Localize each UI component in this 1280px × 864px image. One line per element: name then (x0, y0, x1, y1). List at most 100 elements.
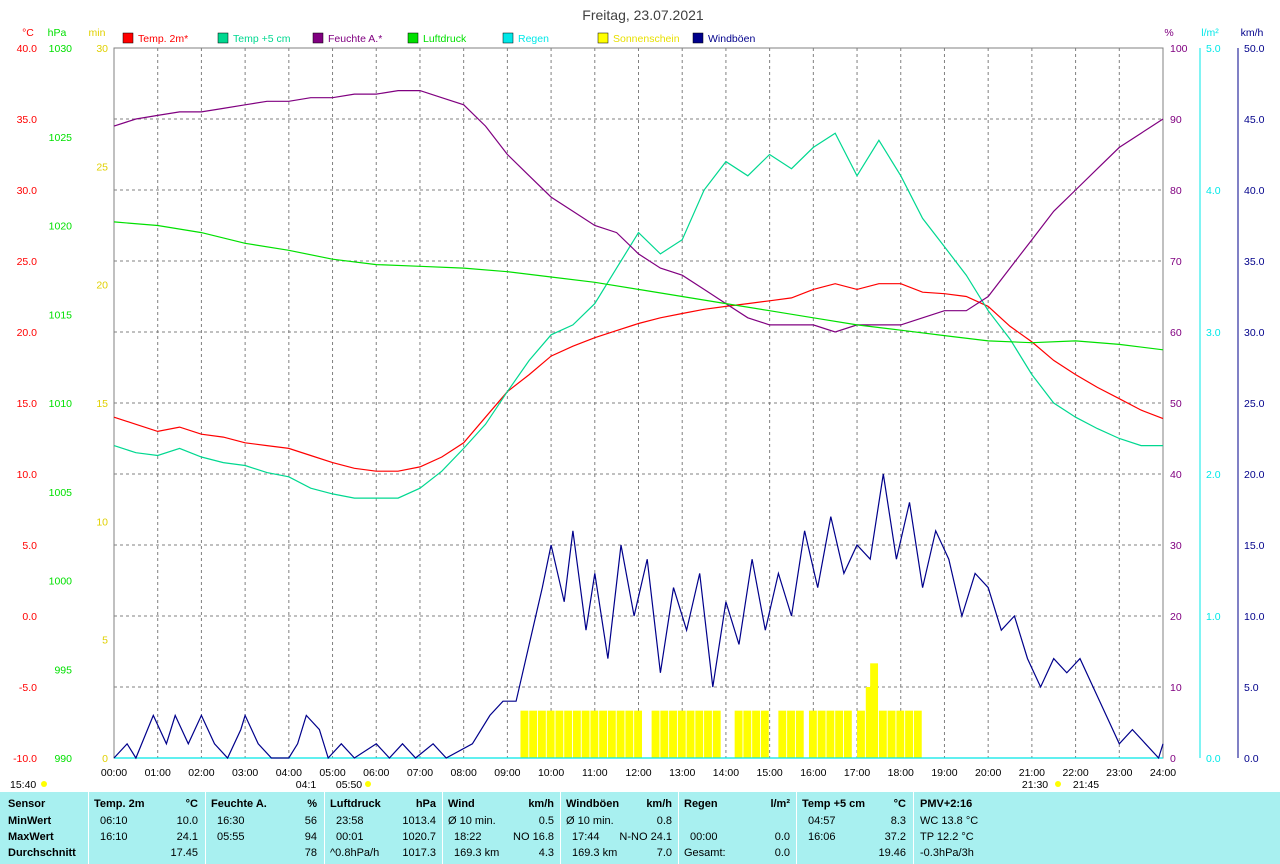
luftdruck-min: 1013.4 (402, 815, 436, 827)
legend-label: Windböen (708, 33, 755, 45)
sun-bar (752, 710, 761, 758)
humidity-tick-label: 60 (1170, 327, 1182, 339)
sun-bar (857, 710, 865, 758)
temp2m-max: 24.1 (176, 831, 198, 843)
windboeen-r1a: Ø 10 min. (566, 815, 614, 827)
sensor-label: Sensor (8, 798, 46, 810)
legend-label: Luftdruck (423, 33, 467, 45)
luftdruck-avg: 1017.3 (402, 847, 436, 859)
pressure-tick-label: 1025 (49, 132, 73, 144)
sun-bar (787, 710, 795, 758)
legend-swatch (502, 32, 514, 44)
stats-wind: Wind km/h Ø 10 min. 0.5 18:22 NO 16.8 169.3… (448, 792, 558, 864)
x-tick-label: 18:00 (888, 767, 914, 779)
sun-bar (669, 710, 677, 758)
max-label: MaxWert (8, 831, 54, 843)
sun-bar (625, 710, 634, 758)
weather-chart: Freitag, 23.07.2021 40.0 35.0 30.0 25.0 20.0… (10, 7, 1265, 791)
x-tick-label: 14:00 (713, 767, 739, 779)
temp5cm-avg: 19.46 (878, 847, 906, 859)
windboeen-unit: km/h (646, 798, 672, 810)
legend-swatch (407, 32, 419, 44)
pressure-tick-label: 995 (54, 664, 72, 676)
sunset-sun-icon (1055, 781, 1061, 787)
sun-tick-label: 20 (96, 280, 108, 292)
x-tick-label: 21:00 (1019, 767, 1045, 779)
stats-temp2m: Temp. 2m °C 06:10 10.0 16:10 24.1 17.45 (94, 792, 202, 864)
x-tick-label: 13:00 (669, 767, 695, 779)
regen-unit: l/m² (770, 798, 790, 810)
sun-bar (778, 710, 787, 758)
temp-tick-label: 15.0 (17, 398, 38, 410)
stats-sensor-column: Sensor MinWert MaxWert Durchschnitt (8, 792, 88, 864)
sun-bar (651, 710, 660, 758)
x-tick-label: 20:00 (975, 767, 1001, 779)
wind-tick-label: 25.0 (1244, 398, 1265, 410)
temp2m-title: Temp. 2m (94, 798, 145, 810)
sun-bar (870, 663, 879, 758)
wind-tick-label: 0.0 (1244, 753, 1259, 765)
wind-r2dir: NO 16.8 (513, 831, 554, 843)
humidity-tick-label: 70 (1170, 256, 1182, 268)
feuchte-avg: 78 (304, 847, 317, 859)
windboeen-r1b: 0.8 (656, 815, 672, 827)
sun-bar (660, 710, 669, 758)
x-tick-label: 00:00 (101, 767, 127, 779)
legend-swatch (692, 32, 704, 44)
wind-tick-label: 50.0 (1244, 43, 1265, 55)
wind-tick-label: 5.0 (1244, 682, 1259, 694)
humidity-axis-unit: % (1164, 27, 1173, 39)
humidity-tick-label: 80 (1170, 185, 1182, 197)
x-tick-label: 16:00 (800, 767, 826, 779)
sun-bar (572, 710, 581, 758)
x-tick-label: 17:00 (844, 767, 870, 779)
legend-swatch (217, 32, 229, 44)
x-tick-label: 04:00 (276, 767, 302, 779)
sun-bar (734, 710, 743, 758)
pmv-title: PMV+2:16 (920, 798, 973, 810)
avg-label: Durchschnitt (8, 847, 76, 859)
luftdruck-unit: hPa (415, 798, 436, 810)
feuchte-unit: % (307, 798, 317, 810)
wind-r3b: 4.3 (538, 847, 554, 859)
sun-tick-label: 0 (102, 753, 108, 765)
wind-r1a: Ø 10 min. (448, 815, 496, 827)
sun-bar (616, 710, 625, 758)
sun-bar (599, 710, 608, 758)
temp-axis-unit: °C (22, 27, 34, 39)
sunrise-sun-icon (365, 781, 371, 787)
regen-title: Regen (684, 798, 718, 810)
humidity-tick-label: 100 (1170, 43, 1188, 55)
rain-tick-label: 2.0 (1206, 469, 1221, 481)
x-tick-label: 24:00 (1150, 767, 1176, 779)
temp-tick-label: 0.0 (22, 611, 37, 623)
wind-tick-label: 20.0 (1244, 469, 1265, 481)
legend-swatch (312, 32, 324, 44)
pressure-tick-label: 1005 (49, 487, 73, 499)
x-tick-label: 02:00 (188, 767, 214, 779)
humidity-tick-label: 0 (1170, 753, 1176, 765)
sun-tick-label: 5 (102, 635, 108, 647)
luftdruck-max: 1020.7 (402, 831, 436, 843)
legend-label: Temp. 2m* (138, 33, 188, 45)
x-tick-label: 06:00 (363, 767, 389, 779)
pmv-r2: TP 12.2 °C (920, 831, 974, 843)
wind-tick-label: 10.0 (1244, 611, 1265, 623)
sun-axis-unit: min (89, 27, 106, 39)
x-tick-label: 07:00 (407, 767, 433, 779)
pressure-tick-label: 1030 (49, 43, 73, 55)
humidity-tick-label: 20 (1170, 611, 1182, 623)
x-tick-label: 09:00 (494, 767, 520, 779)
wind-title: Wind (448, 798, 475, 810)
wind-tick-label: 15.0 (1244, 540, 1265, 552)
temp2m-min: 10.0 (176, 815, 198, 827)
windboeen-r3a: 169.3 km (572, 847, 618, 859)
moon-set-label: 04:1 (296, 779, 317, 791)
legend-label: Feuchte A.* (328, 33, 382, 45)
rain-tick-label: 0.0 (1206, 753, 1221, 765)
luftdruck-min-time: 23:58 (336, 815, 364, 827)
temp-tick-label: 20.0 (17, 327, 38, 339)
x-tick-label: 12:00 (625, 767, 651, 779)
legend-swatch (597, 32, 609, 44)
sun-bar (529, 710, 538, 758)
